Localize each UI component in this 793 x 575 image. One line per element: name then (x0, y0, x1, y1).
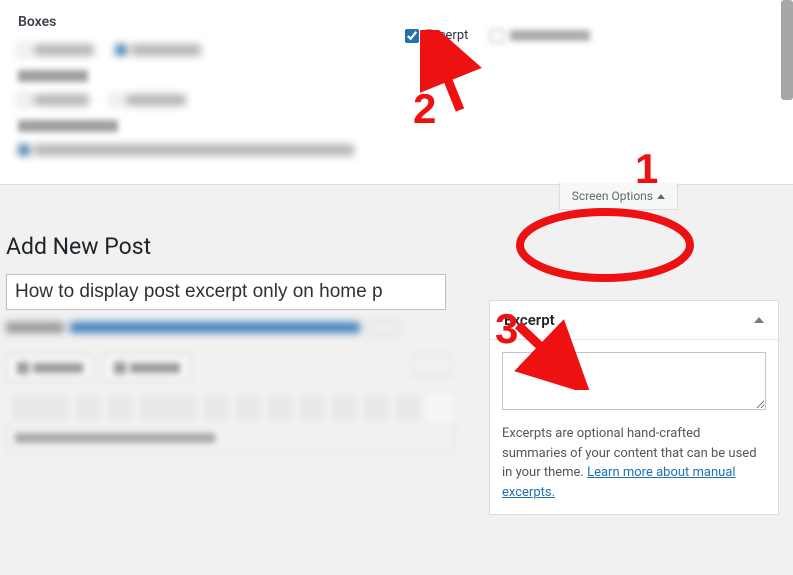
chevron-up-icon (657, 194, 665, 199)
page-title: Add New Post (6, 233, 793, 260)
blurred-subheading (18, 70, 88, 82)
screen-options-toggle[interactable]: Screen Options (559, 183, 678, 210)
screen-options-toggle-label: Screen Options (572, 189, 653, 203)
editor-toolbar-blurred (6, 391, 456, 425)
blurred-option-row (18, 142, 775, 156)
blurred-checkbox-label (510, 30, 590, 41)
excerpt-metabox: Excerpt Excerpts are optional hand-craft… (489, 300, 779, 515)
blurred-option-row (18, 42, 775, 56)
excerpt-heading: Excerpt (504, 311, 555, 329)
excerpt-metabox-header[interactable]: Excerpt (490, 301, 778, 340)
permalink-row-blurred (6, 320, 456, 336)
media-buttons-row-blurred (6, 354, 456, 381)
excerpt-metabox-body: Excerpts are optional hand-crafted summa… (490, 340, 778, 514)
editor-column (6, 274, 456, 453)
excerpt-description: Excerpts are optional hand-crafted summa… (502, 424, 766, 502)
editor-body-blurred (6, 425, 456, 453)
post-title-input[interactable] (6, 274, 446, 310)
admin-page: Screen Options Add New Post Excerpt (0, 185, 793, 260)
sidebar-column: Excerpt Excerpts are optional hand-craft… (489, 300, 779, 515)
collapse-toggle-icon[interactable] (754, 317, 764, 323)
excerpt-textarea[interactable] (502, 352, 766, 410)
blurred-checkbox[interactable] (490, 29, 504, 43)
excerpt-checkbox[interactable] (405, 29, 419, 43)
blurred-option-row (18, 92, 775, 106)
scrollbar[interactable] (781, 0, 793, 100)
boxes-heading: Boxes (18, 14, 775, 30)
blurred-subheading (18, 120, 118, 132)
excerpt-checkbox-label: Excerpt (425, 28, 468, 43)
blurred-checkbox-item[interactable] (490, 29, 590, 43)
screen-options-panel: Boxes Excerpt (0, 0, 793, 185)
excerpt-checkbox-item[interactable]: Excerpt (405, 28, 468, 43)
